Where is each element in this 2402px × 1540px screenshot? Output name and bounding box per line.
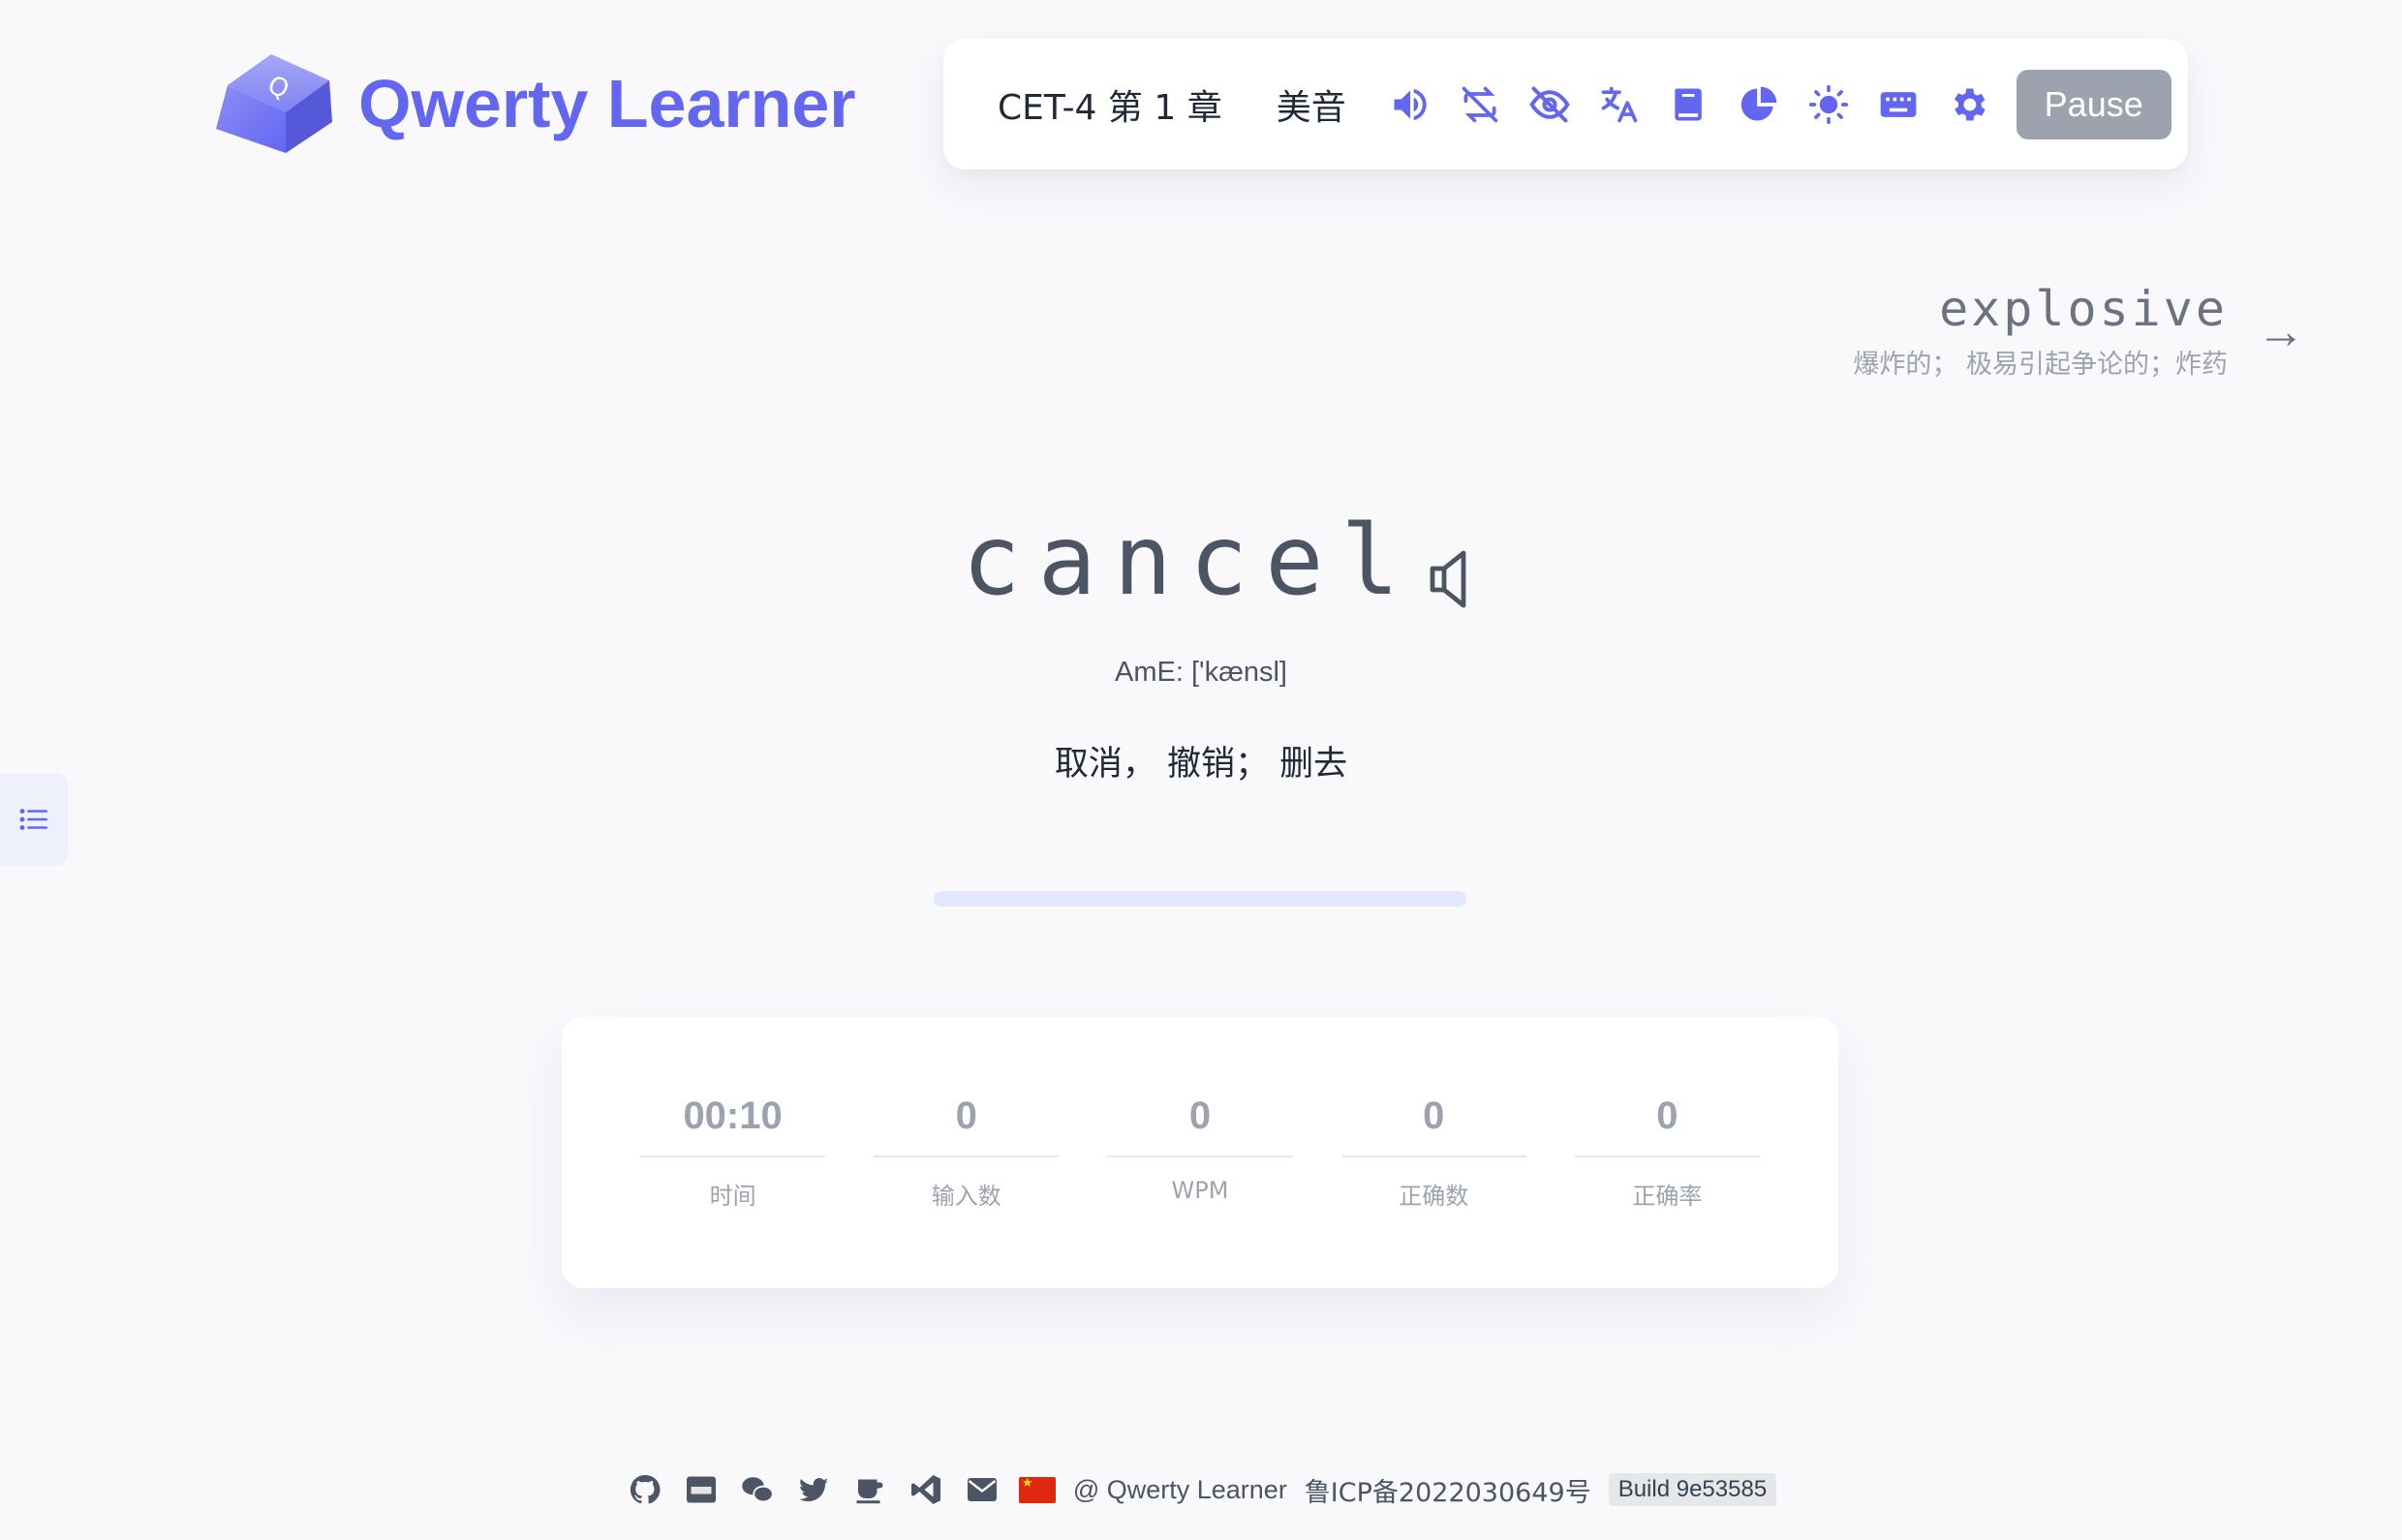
next-word: explosive — [1939, 281, 2228, 337]
translate-icon[interactable] — [1585, 70, 1654, 139]
speaker-icon[interactable] — [1375, 70, 1445, 139]
word-area: cancel — [0, 504, 2402, 617]
keycap-logo-icon: Q — [216, 54, 332, 153]
stat-inputs: 0 输入数 — [849, 1017, 1083, 1288]
wechat-icon[interactable] — [738, 1470, 777, 1509]
vscode-icon[interactable] — [907, 1470, 945, 1509]
stat-time: 00:10 时间 — [616, 1017, 849, 1288]
stat-value: 0 — [1107, 1094, 1293, 1157]
next-word-link[interactable]: explosive 爆炸的； 极易引起争论的；炸药 → — [1853, 281, 2305, 381]
toolbar: CET-4 第 1 章 美音 Pause — [943, 39, 2188, 169]
stat-accuracy: 0 正确率 — [1551, 1017, 1784, 1288]
current-word: cancel — [962, 504, 1417, 617]
stat-correct: 0 正确数 — [1317, 1017, 1551, 1288]
stats-panel: 00:10 时间 0 输入数 0 WPM 0 正确数 0 正确率 — [562, 1017, 1838, 1288]
stat-label: 输入数 — [931, 1183, 1001, 1210]
book-icon[interactable] — [1654, 70, 1724, 139]
stat-label: 正确率 — [1632, 1183, 1703, 1210]
footer: @ Qwerty Learner 鲁ICP备2022030649号 Build … — [0, 1470, 2402, 1509]
copyright-text[interactable]: @ Qwerty Learner — [1073, 1475, 1287, 1505]
list-icon — [19, 809, 48, 830]
chart-pie-icon[interactable] — [1724, 70, 1794, 139]
chapter-selector[interactable]: CET-4 第 1 章 — [998, 79, 1222, 130]
phonetic: AmE: ['kænsl] — [1115, 657, 1287, 688]
word-list-toggle[interactable] — [0, 773, 68, 866]
sun-icon[interactable] — [1794, 70, 1863, 139]
word-translation: 取消， 撤销； 删去 — [1054, 745, 1348, 784]
stat-value: 0 — [1574, 1094, 1761, 1157]
stat-value: 0 — [1340, 1094, 1526, 1157]
china-flag-icon[interactable] — [1018, 1475, 1056, 1503]
stat-value: 0 — [874, 1094, 1060, 1157]
stat-value: 00:10 — [640, 1094, 826, 1157]
pause-button[interactable]: Pause — [2016, 69, 2171, 139]
blog-icon[interactable] — [682, 1470, 721, 1509]
app-logo[interactable]: Q Qwerty Learner — [208, 46, 856, 161]
coffee-icon[interactable] — [850, 1470, 889, 1509]
mail-icon[interactable] — [963, 1470, 1001, 1509]
app-title: Qwerty Learner — [358, 66, 856, 141]
stat-label: 时间 — [709, 1183, 756, 1210]
twitter-icon[interactable] — [794, 1470, 833, 1509]
github-icon[interactable] — [626, 1470, 664, 1509]
progress-bar — [934, 891, 1466, 907]
stat-label: 正确数 — [1399, 1183, 1469, 1210]
eye-off-icon[interactable] — [1515, 70, 1585, 139]
accent-selector[interactable]: 美音 — [1277, 79, 1346, 130]
pronounce-speaker-icon[interactable] — [1429, 547, 1479, 611]
arrow-right-icon: → — [2257, 303, 2305, 358]
next-word-translation: 爆炸的； 极易引起争论的；炸药 — [1853, 350, 2228, 380]
build-badge: Build 9e53585 — [1608, 1473, 1777, 1506]
icp-link[interactable]: 鲁ICP备2022030649号 — [1305, 1471, 1591, 1509]
gear-icon[interactable] — [1933, 70, 2003, 139]
keyboard-icon[interactable] — [1863, 70, 1933, 139]
loop-off-icon[interactable] — [1445, 70, 1515, 139]
stat-wpm: 0 WPM — [1083, 1017, 1316, 1288]
stat-label: WPM — [1171, 1177, 1229, 1204]
